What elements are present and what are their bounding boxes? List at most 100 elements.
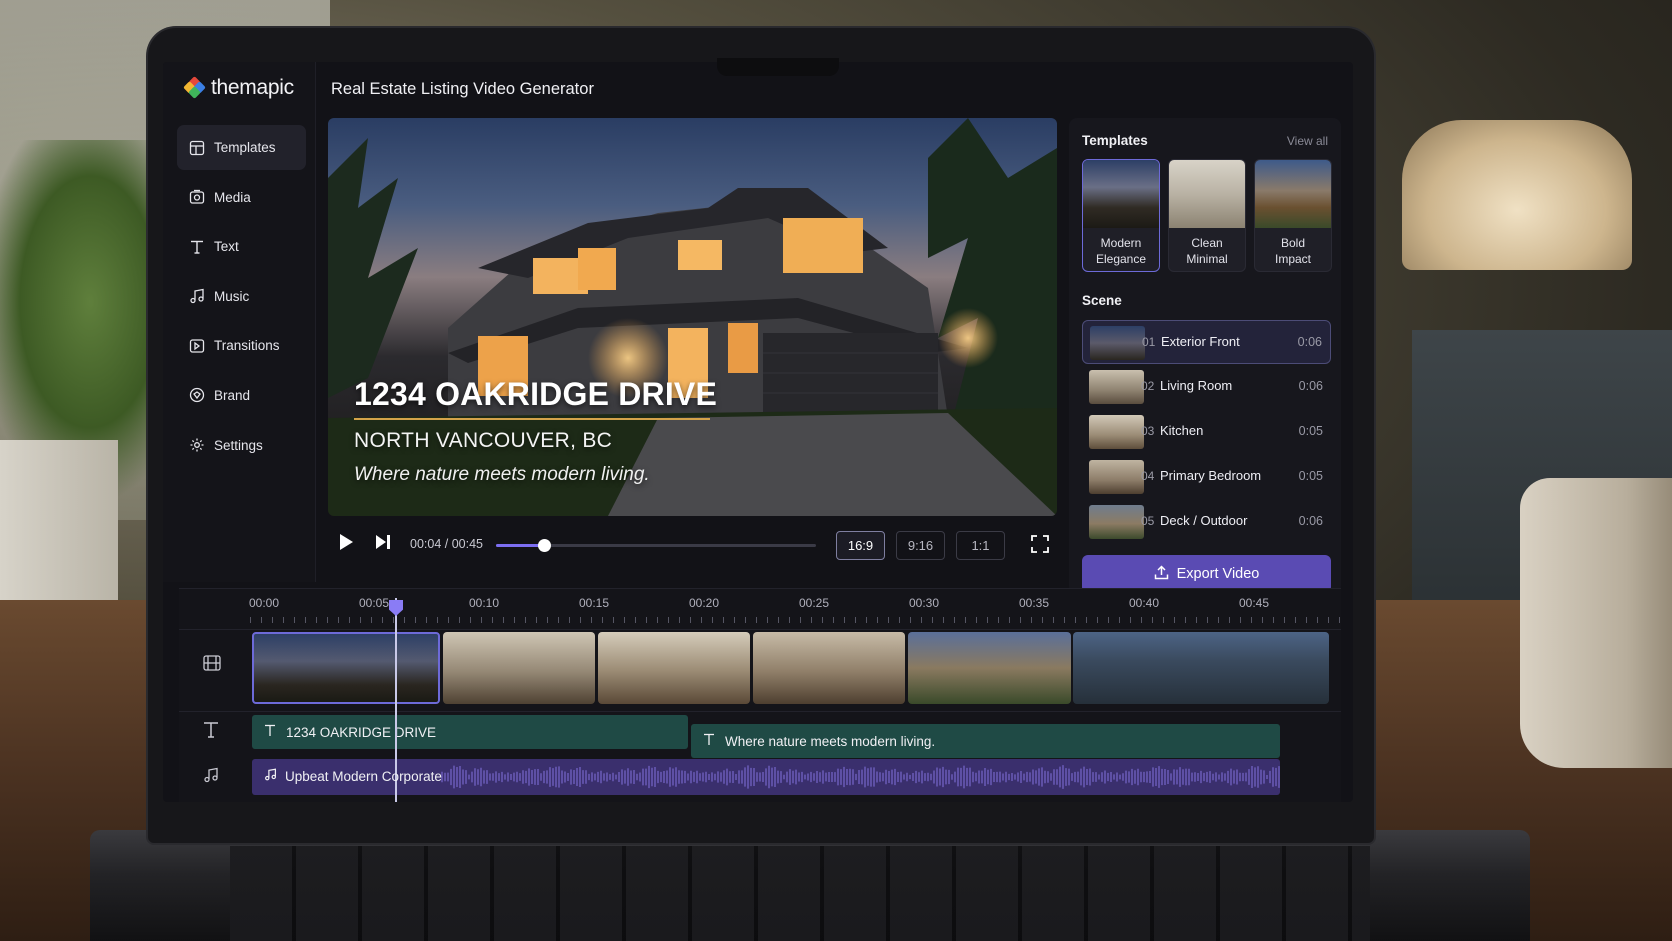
audio-clip[interactable]: Upbeat Modern Corporate [252, 759, 1280, 795]
laptop-keyboard [230, 846, 1370, 941]
logo-text: themapic [211, 76, 294, 99]
scene-number: 04 [1141, 469, 1155, 483]
music-note-icon [264, 768, 277, 784]
sidebar-item-label: Transitions [214, 338, 280, 354]
video-clip-kitchen[interactable] [598, 632, 750, 704]
template-label: Modern Elegance [1095, 236, 1147, 266]
timeline-tick-label: 00:15 [579, 596, 610, 610]
video-clip-aerial[interactable] [1073, 632, 1329, 704]
video-clip-bedroom[interactable] [753, 632, 905, 704]
background-mug [1520, 478, 1672, 768]
scene-thumbnail [1089, 370, 1144, 404]
template-thumbnail [1083, 160, 1159, 228]
film-icon [203, 655, 221, 676]
gear-icon [188, 437, 205, 454]
scene-duration: 0:05 [1298, 424, 1323, 438]
timeline-tick-label: 00:45 [1239, 596, 1270, 610]
sidebar-item-settings[interactable]: Settings [177, 423, 306, 468]
sidebar-item-label: Settings [214, 437, 263, 453]
scene-item[interactable]: 04 Primary Bedroom 0:05 [1082, 455, 1331, 499]
scene-item[interactable]: 05 Deck / Outdoor 0:06 [1082, 500, 1331, 544]
scene-item[interactable]: 01 Exterior Front 0:06 [1082, 320, 1331, 364]
right-panel: Templates View all Modern Elegance Clean M… [1069, 118, 1341, 594]
sidebar-item-brand[interactable]: Brand [177, 373, 306, 418]
video-clip-exterior[interactable] [252, 632, 440, 704]
laptop-notch [717, 58, 839, 76]
play-icon[interactable] [338, 533, 354, 556]
text-clip-icon [264, 724, 276, 740]
template-card-modern-elegance[interactable]: Modern Elegance [1082, 159, 1160, 272]
timeline-tick-label: 00:05 [359, 596, 390, 610]
text-clip-title[interactable]: 1234 OAKRIDGE DRIVE [252, 715, 688, 749]
template-card-bold-impact[interactable]: Bold Impact [1254, 159, 1332, 272]
video-preview[interactable]: 1234 OAKRIDGE DRIVE NORTH VANCOUVER, BC … [328, 118, 1057, 516]
scene-item[interactable]: 02 Living Room 0:06 [1082, 365, 1331, 409]
timeline-tick-label: 00:35 [1019, 596, 1050, 610]
sidebar-item-transitions[interactable]: Transitions [177, 323, 306, 368]
app-logo[interactable]: themapic [183, 76, 294, 100]
upload-icon [1154, 564, 1169, 584]
scene-name: Living Room [1160, 378, 1233, 393]
scene-heading: Scene [1082, 293, 1122, 308]
video-clip-deck[interactable] [908, 632, 1071, 704]
template-label: Clean Minimal [1186, 236, 1228, 266]
scrubber-handle[interactable] [538, 539, 551, 552]
export-label: Export Video [1176, 566, 1260, 582]
scene-name: Deck / Outdoor [1160, 513, 1248, 528]
template-thumbnail [1255, 160, 1331, 228]
scene-name: Exterior Front [1161, 334, 1240, 349]
scene-item[interactable]: 03 Kitchen 0:05 [1082, 410, 1331, 454]
template-card-clean-minimal[interactable]: Clean Minimal [1168, 159, 1246, 272]
transitions-icon [188, 337, 205, 354]
ratio-1-1-button[interactable]: 1:1 [956, 531, 1005, 560]
brand-icon [188, 387, 205, 404]
scene-number: 02 [1141, 379, 1155, 393]
logo-icon [183, 76, 206, 99]
background-lamp [1402, 120, 1632, 270]
sidebar-item-label: Music [214, 288, 250, 304]
timeline-tick-label: 00:40 [1129, 596, 1160, 610]
scene-duration: 0:06 [1298, 514, 1323, 528]
scene-name: Kitchen [1160, 423, 1204, 438]
title-underline [354, 418, 710, 420]
sidebar-item-label: Templates [214, 140, 276, 155]
sidebar-item-music[interactable]: Music [177, 274, 306, 319]
templates-heading: Templates [1082, 133, 1148, 148]
timeline-tick-label: 00:25 [799, 596, 830, 610]
scene-thumbnail [1090, 326, 1145, 360]
timeline-tick-label: 00:20 [689, 596, 720, 610]
track-divider [179, 629, 1341, 630]
overlay-tagline: Where nature meets modern living. [354, 464, 650, 485]
sidebar-item-templates[interactable]: Templates [177, 125, 306, 170]
timeline[interactable]: 00:00 00:05 00:10 00:15 00:20 00:25 00:30 00:35… [179, 588, 1341, 802]
template-label: Bold Impact [1274, 236, 1311, 266]
timeline-tick-label: 00:10 [469, 596, 500, 610]
sidebar-item-label: Brand [214, 387, 251, 403]
ratio-16-9-button[interactable]: 16:9 [836, 531, 885, 560]
track-divider [179, 711, 1341, 712]
text-clip-tagline[interactable]: Where nature meets modern living. [691, 724, 1280, 758]
scrubber[interactable] [496, 539, 816, 552]
player-controls: 00:04 / 00:45 16:9 9:16 1:1 [328, 524, 1057, 564]
sidebar-item-text[interactable]: Text [177, 224, 306, 269]
ruler-ticks [250, 617, 1340, 623]
skip-forward-icon[interactable] [374, 533, 392, 556]
scene-name: Primary Bedroom [1160, 468, 1262, 483]
media-icon [188, 189, 205, 206]
ratio-9-16-button[interactable]: 9:16 [896, 531, 945, 560]
app-window: themapic Templates Media Text Music Tran… [163, 62, 1353, 802]
text-clip-label: Where nature meets modern living. [725, 733, 936, 749]
fullscreen-icon[interactable] [1031, 535, 1049, 553]
scene-duration: 0:06 [1297, 335, 1322, 349]
page-title: Real Estate Listing Video Generator [331, 80, 594, 98]
video-clip-living-room[interactable] [443, 632, 595, 704]
text-clip-label: 1234 OAKRIDGE DRIVE [286, 724, 437, 740]
time-readout: 00:04 / 00:45 [410, 537, 483, 551]
text-track-icon [203, 721, 219, 743]
view-all-link[interactable]: View all [1287, 134, 1328, 148]
overlay-title: 1234 OAKRIDGE DRIVE [354, 376, 718, 412]
sidebar-item-media[interactable]: Media [177, 175, 306, 220]
scene-duration: 0:06 [1298, 379, 1323, 393]
overlay-subtitle: NORTH VANCOUVER, BC [354, 429, 613, 452]
sidebar-item-label: Media [214, 189, 251, 205]
